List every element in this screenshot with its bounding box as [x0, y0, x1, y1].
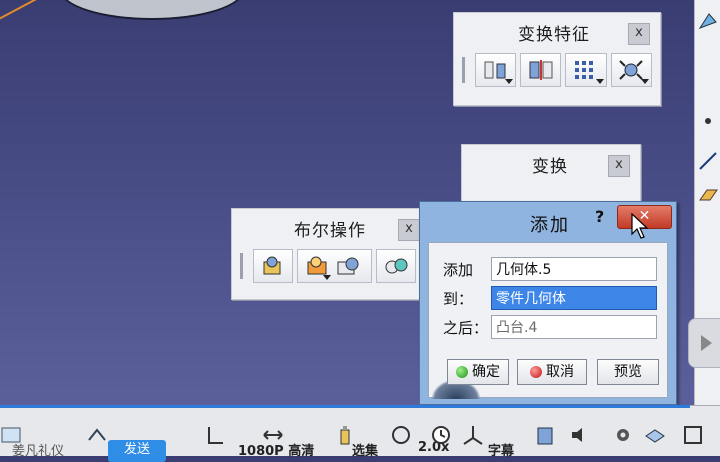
fullscreen-icon[interactable] — [682, 424, 704, 446]
cancel-icon — [530, 366, 542, 378]
layers-icon[interactable] — [644, 424, 666, 446]
after-label: 之后： — [443, 319, 489, 337]
toolbar-tools — [462, 53, 652, 87]
scaling-tool[interactable] — [610, 53, 652, 87]
add-label: 添加 — [443, 261, 474, 279]
mouse-cursor-icon — [631, 212, 649, 239]
toolbar-title: 布尔操作 — [294, 221, 366, 241]
add-remove-tools[interactable] — [296, 249, 373, 283]
toolbar-title: 变换 — [532, 157, 568, 177]
toolbar-title: 变换特征 — [518, 25, 590, 45]
toolbar-tools — [240, 249, 416, 283]
toolbar-close-button[interactable]: x — [628, 23, 650, 45]
sketch-icon[interactable] — [697, 10, 719, 32]
point-icon[interactable] — [697, 110, 719, 132]
model-disc — [60, 0, 244, 20]
video-progress-bar[interactable] — [0, 405, 690, 408]
measure-icon[interactable] — [86, 424, 108, 446]
ok-label: 确定 — [472, 364, 500, 380]
preview-label: 预览 — [614, 364, 642, 380]
image-icon[interactable] — [0, 424, 22, 446]
dialog-title: 添加 — [530, 215, 570, 236]
dialog-body: 添加 几何体.5 到： 零件几何体 之后： 凸台.4 确定 取消 预览 — [428, 242, 668, 399]
toolbar-grip[interactable] — [462, 57, 465, 83]
refresh-icon[interactable] — [390, 424, 412, 446]
add-field[interactable]: 几何体.5 — [491, 257, 657, 281]
symmetry-icon — [529, 60, 553, 80]
side-expand-tab[interactable] — [688, 318, 720, 368]
ruler-icon[interactable] — [204, 424, 226, 446]
assemble-tool[interactable] — [252, 249, 293, 283]
toolbar-boolean: 布尔操作 x — [231, 208, 425, 300]
after-field[interactable]: 凸台.4 — [491, 315, 657, 339]
assemble-icon — [263, 256, 281, 275]
toolbar-close-button[interactable]: x — [608, 155, 630, 177]
intersect-icon — [385, 258, 408, 274]
intersect-tool[interactable] — [376, 249, 416, 283]
subtitle-selector[interactable]: 字幕 — [488, 440, 514, 459]
settings-gear-icon[interactable] — [612, 424, 634, 446]
plane-icon[interactable] — [697, 184, 719, 206]
toolbar-header[interactable]: 变换特征 x — [454, 13, 660, 47]
preview-button[interactable]: 预览 — [597, 359, 659, 385]
cancel-button[interactable]: 取消 — [517, 359, 587, 385]
line-icon[interactable] — [697, 150, 719, 172]
toolbar-grip[interactable] — [240, 253, 243, 279]
symmetry-tool[interactable] — [520, 53, 562, 87]
toolbar-transform-features: 变换特征 x — [453, 12, 661, 106]
toolbar-close-button[interactable]: x — [398, 219, 420, 241]
play-icon — [701, 335, 712, 351]
volume-icon[interactable] — [570, 424, 592, 446]
add-dialog: 添加 ? ✕ 添加 几何体.5 到： 零件几何体 之后： 凸台.4 确定 取消 … — [419, 201, 677, 405]
pattern-tool[interactable] — [565, 53, 607, 87]
episodes-selector[interactable]: 选集 — [352, 440, 378, 459]
translation-tool[interactable] — [474, 53, 517, 87]
send-button[interactable]: 发送 — [108, 440, 166, 462]
model-edge — [0, 0, 43, 30]
quality-selector[interactable]: 1080P 高清 — [238, 440, 314, 459]
help-button[interactable]: ? — [595, 207, 604, 226]
to-label: 到： — [443, 290, 474, 308]
toolbar-header[interactable]: 变换 x — [462, 145, 640, 179]
ok-button[interactable]: 确定 — [447, 359, 509, 385]
ok-icon — [456, 366, 468, 378]
clock-icon[interactable] — [430, 424, 452, 446]
remove-icon — [337, 257, 359, 275]
toolbar-header[interactable]: 布尔操作 x — [232, 209, 424, 243]
to-field[interactable]: 零件几何体 — [491, 286, 657, 310]
cylinder-icon[interactable] — [534, 424, 556, 446]
cancel-label: 取消 — [546, 364, 574, 380]
axis-icon[interactable] — [462, 424, 484, 446]
